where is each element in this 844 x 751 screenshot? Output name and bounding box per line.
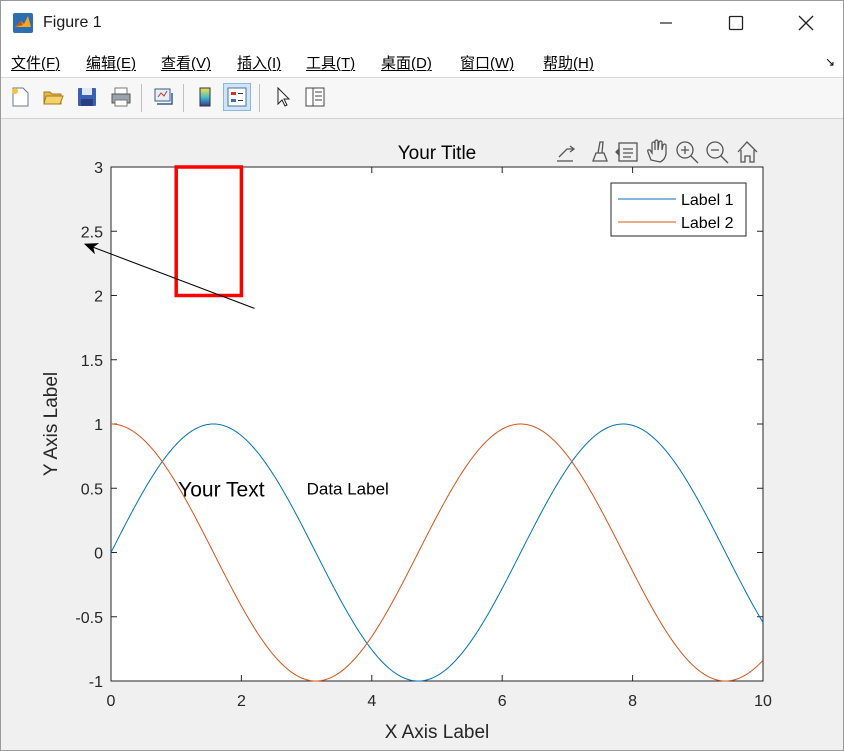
pointer-icon [277, 86, 291, 107]
save-icon [78, 88, 96, 106]
annotation-text-data-label[interactable]: Data Label [307, 479, 389, 498]
legend-label-2: Label 2 [681, 215, 734, 232]
link-plot-button[interactable] [149, 83, 177, 111]
open-file-button[interactable] [39, 83, 67, 111]
y-tick-label: 0 [94, 546, 103, 563]
toolbar-separator [183, 84, 184, 112]
insert-colorbar-button[interactable] [191, 83, 219, 111]
window-title: Figure 1 [43, 14, 102, 31]
y-tick-label: 2 [94, 289, 103, 306]
dock-arrow-icon[interactable]: ↘ [825, 55, 835, 69]
close-button[interactable] [771, 1, 841, 45]
insert-legend-button[interactable] [223, 83, 251, 111]
y-tick-label: 1.5 [81, 353, 103, 370]
menu-bar: 文件(F) 编辑(E) 查看(V) 插入(I) 工具(T) 桌面(D) 窗口(W… [1, 45, 843, 78]
x-tick-labels: 0 2 4 6 8 10 [107, 693, 772, 710]
property-inspector-icon [305, 87, 325, 107]
maximize-icon [728, 15, 744, 31]
zoom-out-icon[interactable] [706, 141, 729, 164]
print-icon [111, 87, 131, 107]
figure-canvas[interactable]: 0 2 4 6 8 10 -1 -0.5 0 0.5 1 1.5 2 2.5 3 [1, 119, 843, 750]
colorbar-icon [199, 87, 211, 107]
chart-title: Your Title [398, 143, 477, 164]
y-tick-label: 3 [94, 160, 103, 177]
menu-view[interactable]: 查看(V) [161, 52, 211, 73]
x-tick-label: 6 [498, 693, 507, 710]
figure-window: Figure 1 文件(F) 编辑(E) 查看(V) 插入(I) 工具(T) 桌… [0, 0, 844, 751]
x-tick-label: 4 [367, 693, 376, 710]
menu-insert[interactable]: 插入(I) [237, 52, 281, 73]
legend-label-1: Label 1 [681, 192, 734, 209]
zoom-in-icon[interactable] [676, 141, 699, 164]
pan-icon[interactable] [647, 139, 667, 163]
matlab-icon [13, 13, 33, 33]
y-tick-label: -0.5 [75, 610, 103, 627]
menu-help[interactable]: 帮助(H) [543, 52, 594, 73]
home-icon[interactable] [737, 141, 758, 163]
maximize-button[interactable] [701, 1, 771, 45]
x-tick-label: 8 [628, 693, 637, 710]
brush-icon[interactable] [592, 141, 608, 162]
title-bar[interactable]: Figure 1 [1, 1, 843, 45]
legend[interactable]: Label 1 Label 2 [610, 182, 747, 237]
y-tick-label: 1 [94, 417, 103, 434]
x-axis-label: X Axis Label [385, 722, 490, 743]
property-inspector-button[interactable] [301, 83, 329, 111]
edit-plot-button[interactable] [269, 83, 297, 111]
y-tick-label: -1 [89, 674, 103, 691]
toolbar-separator [141, 84, 142, 112]
open-file-icon [43, 91, 64, 105]
data-tips-icon[interactable] [615, 142, 638, 162]
export-icon[interactable] [557, 145, 576, 162]
y-axis-label: Y Axis Label [41, 372, 62, 476]
y-tick-label: 2.5 [81, 224, 103, 241]
annotation-text-your-text[interactable]: Your Text [178, 478, 265, 501]
menu-tools[interactable]: 工具(T) [306, 52, 355, 73]
figure-toolbar [1, 78, 843, 119]
new-figure-icon [12, 87, 29, 107]
print-button[interactable] [107, 83, 135, 111]
y-tick-label: 0.5 [81, 481, 103, 498]
y-tick-labels: -1 -0.5 0 0.5 1 1.5 2 2.5 3 [75, 160, 103, 691]
new-figure-button[interactable] [6, 83, 34, 111]
menu-desktop[interactable]: 桌面(D) [381, 52, 432, 73]
close-icon [798, 15, 814, 31]
menu-edit[interactable]: 编辑(E) [86, 52, 136, 73]
axes-toolbar [557, 139, 758, 164]
toolbar-separator [259, 84, 260, 112]
menu-window[interactable]: 窗口(W) [460, 52, 514, 73]
minimize-icon [660, 22, 672, 24]
legend-icon [227, 87, 247, 107]
minimize-button[interactable] [631, 1, 701, 45]
x-tick-label: 10 [754, 693, 772, 710]
link-plot-icon [154, 88, 173, 105]
save-button[interactable] [73, 83, 101, 111]
menu-file[interactable]: 文件(F) [11, 52, 60, 73]
plot-svg: 0 2 4 6 8 10 -1 -0.5 0 0.5 1 1.5 2 2.5 3 [41, 139, 772, 743]
x-tick-label: 2 [237, 693, 246, 710]
x-tick-label: 0 [107, 693, 116, 710]
